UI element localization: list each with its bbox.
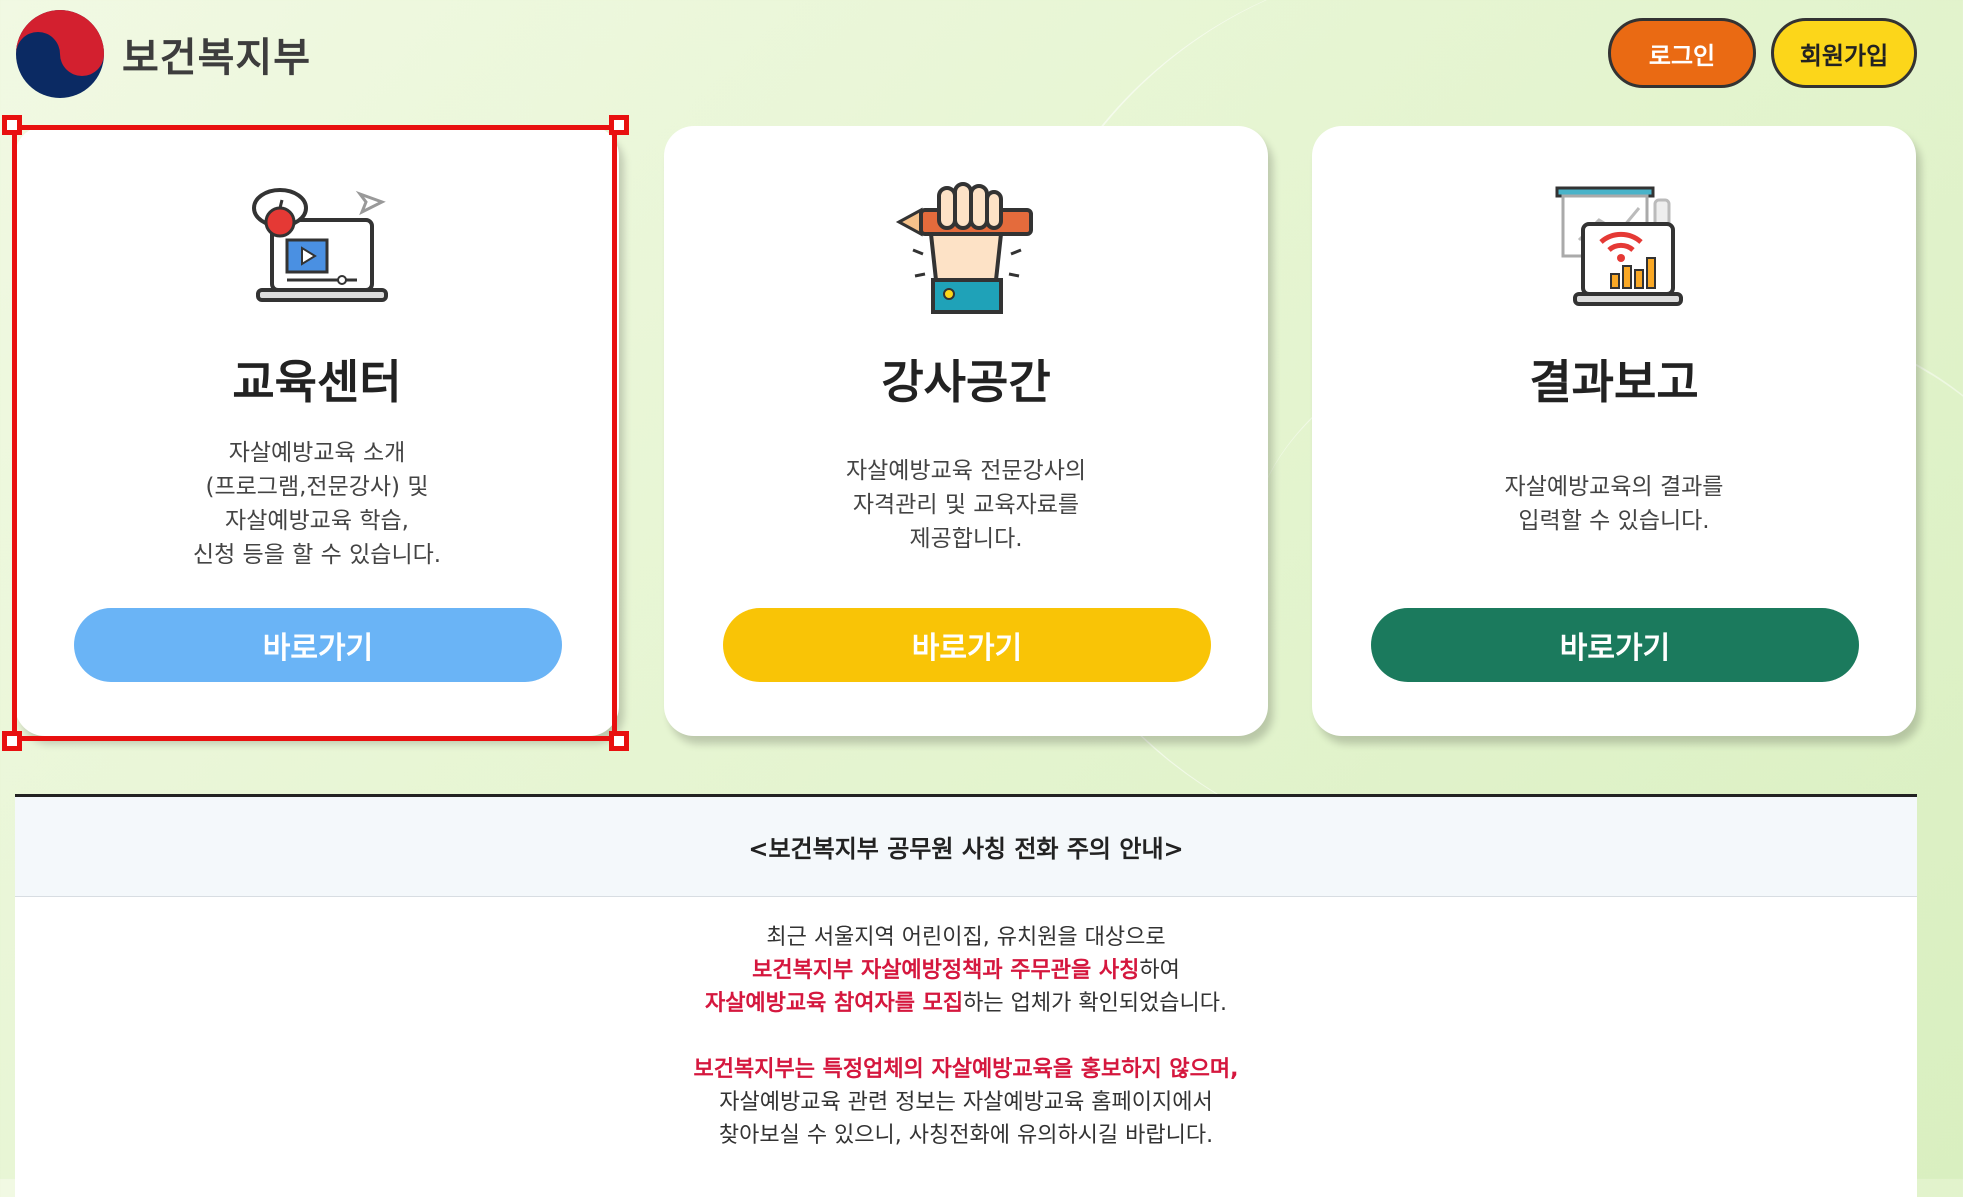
login-button[interactable]: 로그인 — [1608, 18, 1756, 88]
header: 보건복지부 로그인 회원가입 — [0, 0, 1963, 110]
notice-line: 자살예방교육 관련 정보는 자살예방교육 홈페이지에서 — [719, 1090, 1213, 1115]
laptop-video-icon — [252, 188, 388, 302]
taegeuk-logo-icon — [16, 10, 104, 98]
notice-line: 자살예방교육 참여자를 모집하는 업체가 확인되었습니다. — [15, 987, 1917, 1020]
notice-highlight: 보건복지부 자살예방정책과 주무관을 사칭 — [752, 958, 1140, 983]
resize-handle-bottom-left[interactable] — [2, 731, 22, 751]
notice-text: 하여 — [1139, 958, 1180, 983]
notice-line: 보건복지부 자살예방정책과 주무관을 사칭하여 — [15, 954, 1917, 987]
notice-title: <보건복지부 공무원 사칭 전화 주의 안내> — [15, 797, 1917, 897]
card-description: 자살예방교육 전문강사의 자격관리 및 교육자료를 제공합니다. — [845, 458, 1087, 552]
notice-line: 찾아보실 수 있으니, 사칭전화에 유의하시길 바랍니다. — [718, 1123, 1214, 1148]
card-education-center: 교육센터 자살예방교육 소개 (프로그램,전문강사) 및 자살예방교육 학습, … — [15, 126, 619, 736]
go-button-instructor-space[interactable]: 바로가기 — [723, 608, 1211, 682]
resize-handle-top-left[interactable] — [2, 115, 22, 135]
card-title: 교육센터 — [232, 355, 402, 409]
notice-highlight: 자살예방교육 참여자를 모집 — [704, 991, 964, 1016]
go-button-education-center[interactable]: 바로가기 — [74, 608, 562, 682]
notice-panel: <보건복지부 공무원 사칭 전화 주의 안내> 최근 서울지역 어린이집, 유치… — [15, 794, 1917, 1197]
card-instructor-space: 강사공간 자살예방교육 전문강사의 자격관리 및 교육자료를 제공합니다. 바로… — [664, 126, 1268, 736]
card-result-report: 결과보고 자살예방교육의 결과를 입력할 수 있습니다. 바로가기 — [1312, 126, 1916, 736]
notice-body: 최근 서울지역 어린이집, 유치원을 대상으로 보건복지부 자살예방정책과 주무… — [15, 897, 1917, 1152]
hand-pencil-icon — [895, 182, 1033, 314]
card-description: 자살예방교육의 결과를 입력할 수 있습니다. — [1504, 474, 1724, 534]
resize-handle-bottom-right[interactable] — [609, 731, 629, 751]
signup-button[interactable]: 회원가입 — [1771, 18, 1917, 88]
card-description: 자살예방교육 소개 (프로그램,전문강사) 및 자살예방교육 학습, 신청 등을… — [192, 440, 442, 568]
notice-text: 하는 업체가 확인되었습니다. — [963, 991, 1228, 1016]
card-title: 결과보고 — [1529, 355, 1699, 409]
resize-handle-top-right[interactable] — [609, 115, 629, 135]
card-title: 강사공간 — [881, 355, 1051, 409]
go-button-result-report[interactable]: 바로가기 — [1371, 608, 1859, 682]
logo[interactable]: 보건복지부 — [14, 8, 311, 100]
org-name: 보건복지부 — [122, 35, 311, 81]
notice-highlight: 보건복지부는 특정업체의 자살예방교육을 홍보하지 않으며, — [693, 1057, 1239, 1082]
chart-report-icon — [1555, 186, 1683, 306]
notice-line: 최근 서울지역 어린이집, 유치원을 대상으로 — [766, 925, 1166, 950]
